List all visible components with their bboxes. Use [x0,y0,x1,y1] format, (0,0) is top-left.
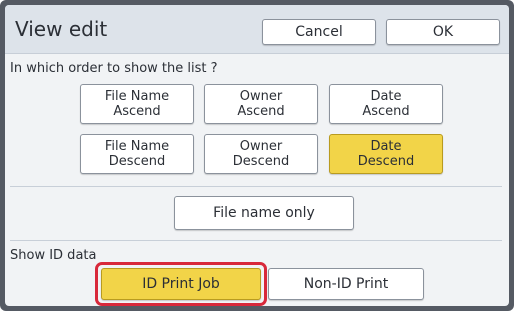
sort-date-ascend-button[interactable]: Date Ascend [329,84,443,124]
dialog-header: View edit Cancel OK [5,5,509,54]
sort-order-prompt: In which order to show the list ? [10,61,218,76]
non-id-print-button[interactable]: Non-ID Print [268,268,424,300]
id-print-job-button[interactable]: ID Print Job [101,268,261,300]
sort-owner-ascend-button[interactable]: Owner Ascend [204,84,318,124]
divider [10,186,502,187]
ok-button[interactable]: OK [386,19,500,45]
sort-owner-descend-button[interactable]: Owner Descend [204,134,318,174]
sort-date-descend-button[interactable]: Date Descend [329,134,443,174]
dialog-title: View edit [15,17,108,41]
sort-file-name-ascend-button[interactable]: File Name Ascend [80,84,194,124]
sort-file-name-descend-button[interactable]: File Name Descend [80,134,194,174]
divider [10,240,502,241]
cancel-button[interactable]: Cancel [262,19,376,45]
view-edit-dialog: View edit Cancel OK In which order to sh… [5,5,509,306]
dialog-frame: View edit Cancel OK In which order to sh… [0,0,514,311]
file-name-only-button[interactable]: File name only [174,196,354,230]
show-id-data-label: Show ID data [10,248,97,263]
